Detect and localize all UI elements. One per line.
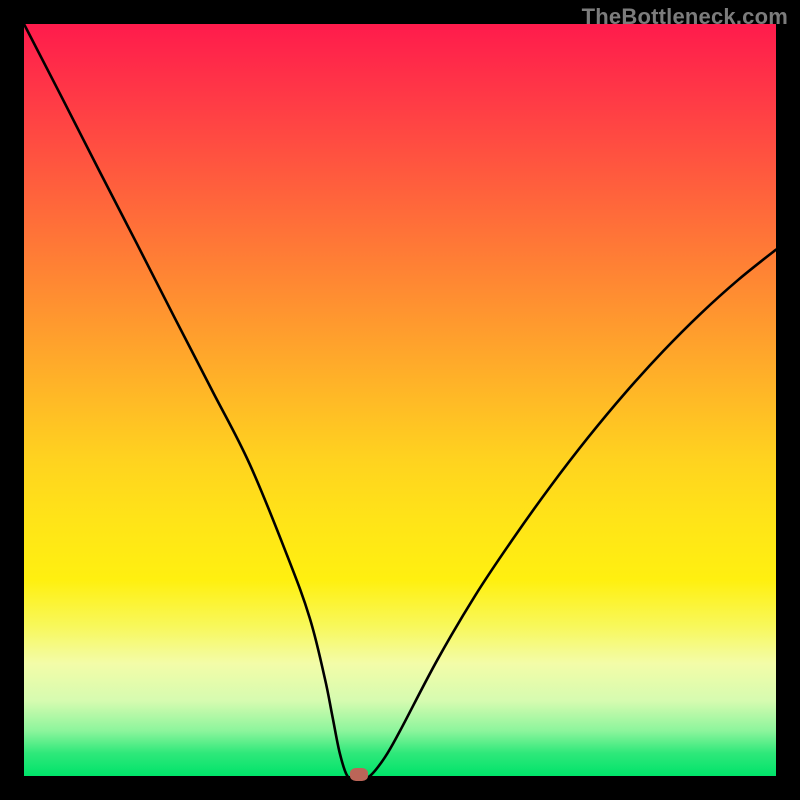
bottleneck-curve (24, 24, 776, 776)
plot-area (24, 24, 776, 776)
minimum-marker (350, 768, 368, 781)
chart-frame: TheBottleneck.com (0, 0, 800, 800)
